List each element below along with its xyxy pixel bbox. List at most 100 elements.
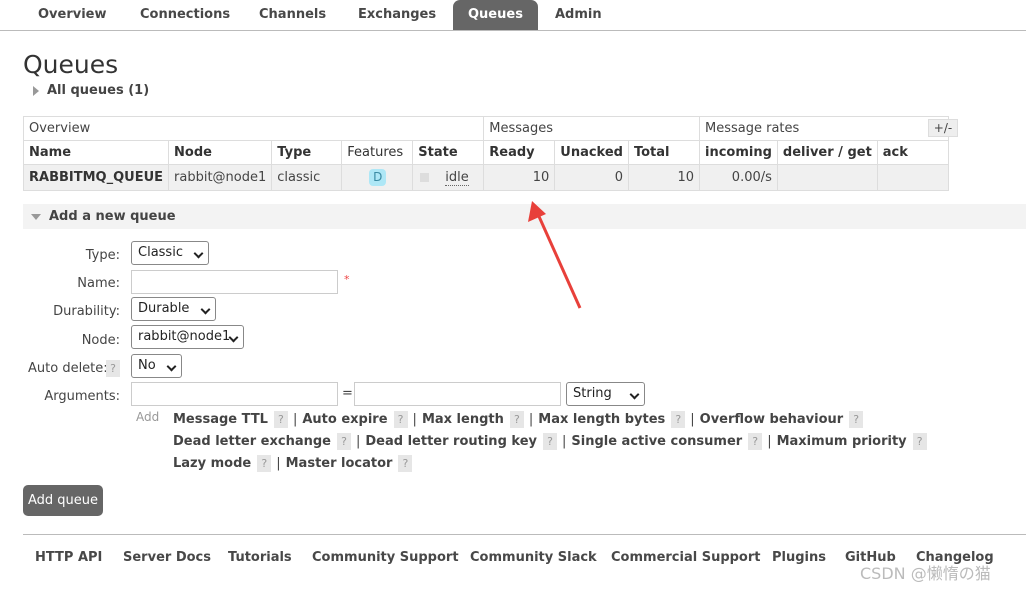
annotation-arrow-icon	[528, 201, 582, 309]
chevron-down-icon	[166, 361, 177, 372]
help-icon[interactable]: ?	[393, 411, 408, 428]
separator: |	[355, 434, 361, 449]
cell-state: idle	[412, 164, 485, 191]
footer-link-commercial-support[interactable]: Commercial Support	[611, 550, 761, 565]
cell-incoming: 0.00/s	[698, 164, 778, 191]
auto-delete-select-value: No	[138, 358, 156, 373]
chevron-down-icon	[629, 389, 640, 400]
arg-master-locator[interactable]: Master locator	[286, 456, 393, 471]
help-icon[interactable]: ?	[748, 433, 763, 450]
tab-queues[interactable]: Queues	[453, 0, 538, 30]
argument-shortcuts-row-1: Message TTL? | Auto expire? | Max length? | Ma…	[173, 411, 864, 428]
separator: |	[276, 456, 281, 471]
col-incoming[interactable]: incoming	[698, 140, 778, 165]
cell-ack	[876, 164, 949, 191]
name-input[interactable]	[131, 270, 338, 294]
required-mark: *	[344, 273, 350, 286]
table-row[interactable]: RABBITMQ_QUEUE rabbit@node1 classic D id…	[22, 164, 949, 191]
arg-max-length[interactable]: Max length	[422, 412, 504, 427]
node-select[interactable]: rabbit@node1	[131, 325, 244, 349]
footer-link-community-slack[interactable]: Community Slack	[470, 550, 597, 565]
auto-delete-help-icon[interactable]: ?	[106, 360, 120, 377]
separator: |	[412, 412, 417, 427]
add-queue-title: Add a new queue	[49, 209, 176, 224]
arg-lazy-mode[interactable]: Lazy mode	[173, 456, 251, 471]
chevron-down-icon	[200, 304, 211, 315]
tab-connections[interactable]: Connections	[125, 0, 245, 30]
tab-channels[interactable]: Channels	[244, 0, 341, 30]
footer-link-tutorials[interactable]: Tutorials	[228, 550, 292, 565]
add-queue-button[interactable]: Add queue	[23, 485, 103, 516]
tab-admin[interactable]: Admin	[540, 0, 617, 30]
auto-delete-label: Auto delete:	[28, 361, 108, 376]
col-deliver-get[interactable]: deliver / get	[776, 140, 878, 165]
add-queue-section-header[interactable]: Add a new queue	[23, 204, 1026, 229]
argument-shortcuts-row-3: Lazy mode? | Master locator?	[173, 455, 413, 472]
arg-single-active-consumer[interactable]: Single active consumer	[571, 434, 742, 449]
column-toggle-button[interactable]: +/-	[928, 119, 958, 137]
help-icon[interactable]: ?	[912, 433, 927, 450]
node-label: Node:	[81, 333, 120, 348]
footer-link-server-docs[interactable]: Server Docs	[123, 550, 211, 565]
col-type[interactable]: Type	[271, 140, 343, 165]
help-icon[interactable]: ?	[542, 433, 557, 450]
argument-value-input[interactable]	[354, 382, 561, 406]
all-queues-toggle[interactable]: All queues (1)	[33, 83, 149, 98]
group-message-rates: Message rates	[698, 116, 949, 141]
help-icon[interactable]: ?	[849, 411, 864, 428]
arg-max-length-bytes[interactable]: Max length bytes	[538, 412, 665, 427]
arg-dead-letter-routing-key[interactable]: Dead letter routing key	[365, 434, 537, 449]
tab-exchanges[interactable]: Exchanges	[343, 0, 451, 30]
col-node[interactable]: Node	[168, 140, 273, 165]
help-icon[interactable]: ?	[398, 455, 413, 472]
col-total[interactable]: Total	[627, 140, 700, 165]
col-features: Features	[341, 140, 414, 165]
type-select[interactable]: Classic	[131, 241, 209, 265]
cell-type: classic	[271, 164, 343, 191]
footer-divider	[23, 534, 1026, 535]
footer-link-http-api[interactable]: HTTP API	[35, 550, 102, 565]
cell-deliver-get	[776, 164, 878, 191]
group-messages: Messages	[483, 116, 700, 141]
help-icon[interactable]: ?	[509, 411, 524, 428]
cell-node: rabbit@node1	[168, 164, 273, 191]
col-ready[interactable]: Ready	[483, 140, 556, 165]
argument-shortcuts-row-2: Dead letter exchange? | Dead letter routin…	[173, 433, 927, 450]
durable-badge: D	[369, 169, 387, 186]
group-overview: Overview	[22, 116, 485, 141]
top-nav: Overview Connections Channels Exchanges …	[0, 0, 1026, 31]
queue-name-link[interactable]: RABBITMQ_QUEUE	[22, 164, 170, 191]
footer-link-community-support[interactable]: Community Support	[312, 550, 459, 565]
durability-select[interactable]: Durable	[131, 297, 216, 321]
help-icon[interactable]: ?	[671, 411, 686, 428]
page-title: Queues	[23, 50, 119, 79]
argument-type-value: String	[573, 386, 612, 401]
col-state[interactable]: State	[412, 140, 485, 165]
collapse-arrow-icon	[31, 213, 41, 220]
arg-overflow-behaviour[interactable]: Overflow behaviour	[700, 412, 844, 427]
col-unacked[interactable]: Unacked	[554, 140, 629, 165]
node-select-value: rabbit@node1	[138, 329, 231, 344]
help-icon[interactable]: ?	[336, 433, 351, 450]
tab-overview[interactable]: Overview	[23, 0, 122, 30]
col-ack[interactable]: ack	[876, 140, 949, 165]
cell-total: 10	[627, 164, 700, 191]
add-hint-label: Add	[136, 410, 160, 424]
arg-message-ttl[interactable]: Message TTL	[173, 412, 268, 427]
arg-maximum-priority[interactable]: Maximum priority	[777, 434, 907, 449]
arg-auto-expire[interactable]: Auto expire	[302, 412, 387, 427]
all-queues-label: All queues (1)	[47, 83, 150, 98]
footer-link-plugins[interactable]: Plugins	[772, 550, 826, 565]
argument-key-input[interactable]	[131, 382, 338, 406]
col-name[interactable]: Name	[22, 140, 170, 165]
durability-label: Durability:	[53, 304, 120, 319]
queues-table: Overview Messages Message rates Name Nod…	[22, 116, 949, 191]
help-icon[interactable]: ?	[257, 455, 272, 472]
argument-type-select[interactable]: String	[566, 382, 645, 406]
state-text: idle	[445, 170, 469, 186]
help-icon[interactable]: ?	[273, 411, 288, 428]
equals-sign: =	[342, 386, 353, 401]
arguments-label: Arguments:	[44, 389, 120, 404]
arg-dead-letter-exchange[interactable]: Dead letter exchange	[173, 434, 331, 449]
auto-delete-select[interactable]: No	[131, 354, 182, 378]
